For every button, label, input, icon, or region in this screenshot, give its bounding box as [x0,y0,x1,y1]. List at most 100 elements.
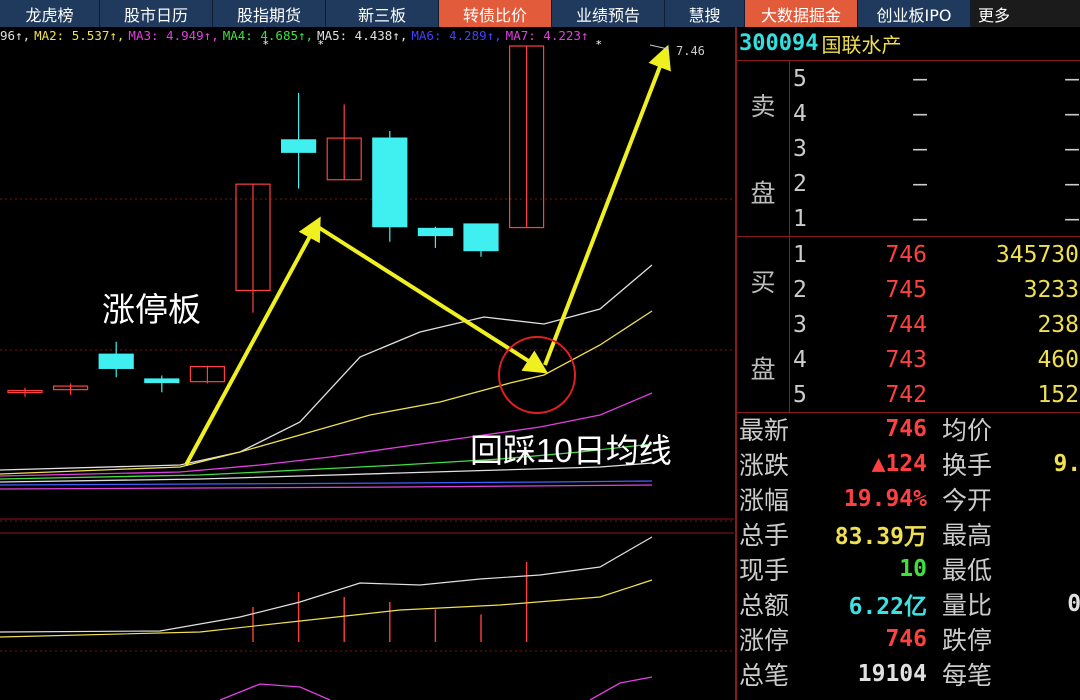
tab-huisou[interactable]: 慧搜 [665,0,745,27]
stat-value: 6.22亿 [848,593,927,620]
sell-row[interactable]: 4 — — [793,96,1080,131]
sell-row[interactable]: 1 — — [793,201,1080,236]
trend-arrow-up [184,216,321,466]
indicator-line [589,676,653,700]
stat-value: 10 [899,555,927,582]
buy-vol: 238 [1037,311,1079,338]
sell-order-book: 卖 盘 5 — — 4 — — 3 — — 2 — — 1 — — [737,61,1080,237]
kline-chart-area[interactable]: 96↑, MA2: 5.537↑, MA3: 4.949↑, MA4: 4.685↑,… [0,27,734,700]
tab-earnings-forecast[interactable]: 业绩预告 [552,0,665,27]
stat-label: 最低 [942,555,993,585]
sell-row[interactable]: 5 — — [793,61,1080,96]
volume-ma-line [0,579,653,638]
stat-value: 7 [1005,486,1080,512]
buy-level: 3 [793,311,807,338]
sell-level: 4 [793,100,807,127]
stat-label: 现手 [739,555,790,585]
sell-vol: — [1065,65,1079,92]
buy-level: 5 [793,381,807,408]
buy-vol: 460 [1037,346,1079,373]
trend-arrow-breakout [543,44,671,366]
buy-price: 742 [885,381,927,408]
stats-table: 最新 746 均价 7 涨跌 ▲124 换手 9.4 涨幅 19.94% 今开 7 总手 83.39万最高… [737,411,1080,691]
sell-vol: — [1065,170,1079,197]
buy-label-char: 买 [750,267,776,297]
trend-arrow-down [316,225,549,374]
stats-row: 现手 10 最低 7 [737,551,1080,586]
sell-price: — [913,100,927,127]
stat-label: 涨停 [739,625,790,655]
quote-panel: 300094 国联水产 卖 盘 5— —4— —3— —2— —1— — 买 盘 1 746… [735,27,1080,700]
stat-label: 跌停 [942,625,993,655]
stock-name: 国联水产 [821,33,902,57]
top-navigation-bar: 龙虎榜 股市日历 股指期货 新三板 转债比价 业绩预告 慧搜 大数据掘金 创业板… [0,0,1080,27]
nav-spacer [1018,0,1080,27]
stats-row: 涨幅 19.94% 今开 7 [737,481,1080,516]
stats-row: 最新 746 均价 7 [737,411,1080,446]
sell-vol: — [1065,100,1079,127]
sell-level: 3 [793,135,807,162]
sell-price: — [913,135,927,162]
sell-vol: — [1065,205,1079,232]
moving-average-line [0,480,653,486]
candle-body [144,378,180,384]
stats-row: 涨停 746 跌停 4 [737,621,1080,656]
stat-label: 涨跌 [739,450,790,480]
kline-chart: * * * [0,38,734,700]
stat-value: 7 [1005,416,1080,442]
sell-vol: — [1065,135,1079,162]
annotation-pullback: 回踩10日均线 [470,432,672,469]
sell-row[interactable]: 3 — — [793,131,1080,166]
buy-vol: 345730 [995,241,1079,268]
buy-order-book: 买 盘 1 746 345730 2 745 3233 3 744 238 4 743 460 5 742… [737,237,1080,413]
buy-row[interactable]: 2 745 3233 [793,272,1080,307]
stat-label: 总手 [739,520,790,550]
stat-value: 746 [885,625,927,652]
tab-longhubang[interactable]: 龙虎榜 [0,0,100,27]
buy-price: 746 [885,241,927,268]
stats-row: 总手 83.39万最高 7 [737,516,1080,551]
candle-body [281,139,317,153]
tab-new-third-board[interactable]: 新三板 [326,0,439,27]
tab-big-data[interactable]: 大数据掘金 [745,0,858,27]
tab-more[interactable]: 更多 [971,0,1018,27]
sell-label-char: 盘 [750,179,776,209]
sell-price: — [913,170,927,197]
stat-label: 最高 [942,520,993,550]
stock-header: 300094 国联水产 [737,27,1080,61]
buy-label-char: 盘 [750,355,776,385]
tab-index-futures[interactable]: 股指期货 [213,0,326,27]
sell-level: 1 [793,205,807,232]
stat-value: 9.4 [1053,450,1080,477]
stats-row: 总笔 19104 每笔 4 [737,656,1080,691]
stat-value: 7 [1005,521,1080,547]
indicator-line [219,683,331,700]
buy-row[interactable]: 4 743 460 [793,342,1080,377]
buy-level: 4 [793,346,807,373]
tab-market-calendar[interactable]: 股市日历 [100,0,213,27]
buy-level: 1 [793,241,807,268]
buy-row[interactable]: 1 746 345730 [793,237,1080,272]
stat-value: 4 [1005,626,1080,652]
stat-label: 今开 [942,485,993,515]
sell-price: — [913,205,927,232]
sell-row[interactable]: 2 — — [793,166,1080,201]
stat-label: 总额 [739,590,790,620]
buy-row[interactable]: 5 742 152 [793,377,1080,412]
buy-price: 744 [885,311,927,338]
annotation-limit-up: 涨停板 [102,291,201,328]
buy-price: 745 [885,276,927,303]
tab-convertible-bond[interactable]: 转债比价 [439,0,552,27]
candle-body [417,227,453,237]
sell-level: 2 [793,170,807,197]
legend-marker-star: * [596,38,602,51]
buy-level: 2 [793,276,807,303]
buy-row[interactable]: 3 744 238 [793,307,1080,342]
tab-gem-ipo[interactable]: 创业板IPO [858,0,971,27]
stat-value: 19104 [857,660,927,687]
stats-row: 总额 6.22亿量比 0. [737,586,1080,621]
sell-price: — [913,65,927,92]
buy-label: 买 盘 [737,237,790,412]
candle-body [98,353,134,369]
sell-label: 卖 盘 [737,61,790,236]
